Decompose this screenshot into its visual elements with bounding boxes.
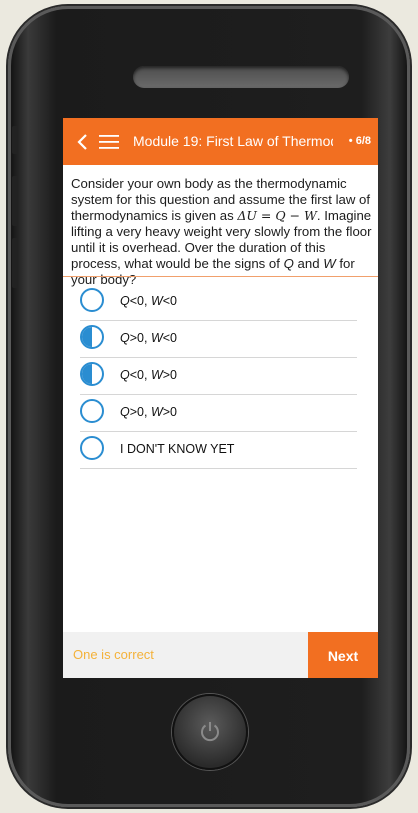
option-label: Q<0, W<0 — [120, 294, 178, 308]
radio-half-filled-icon[interactable] — [80, 325, 104, 349]
radio-empty-icon[interactable] — [80, 436, 104, 460]
option-label: Q<0, W>0 — [120, 368, 178, 382]
option-label: Q>0, W<0 — [120, 331, 178, 345]
top-bar: Module 19: First Law of Thermodynamics •… — [63, 118, 378, 165]
power-icon — [201, 722, 219, 742]
hamburger-menu-icon[interactable] — [99, 134, 119, 150]
volume-down-button — [12, 238, 18, 288]
answer-option-2[interactable]: Q>0, W<0 — [80, 321, 357, 358]
question-divider — [63, 276, 378, 277]
next-button[interactable]: Next — [308, 632, 378, 678]
variable-q: Q — [283, 256, 294, 271]
radio-empty-icon[interactable] — [80, 288, 104, 312]
answer-option-1[interactable]: Q<0, W<0 — [80, 284, 357, 321]
progress-indicator: • 6/8 — [348, 135, 371, 147]
radio-half-filled-icon[interactable] — [80, 362, 104, 386]
variable-w: W — [323, 256, 336, 271]
speaker-grille — [133, 66, 349, 88]
radio-empty-icon[interactable] — [80, 399, 104, 423]
hint-text: One is correct — [73, 647, 154, 662]
option-label: I DON'T KNOW YET — [120, 442, 235, 456]
equation: ΔU = Q − W — [237, 208, 317, 223]
bottom-bar: One is correct Next — [63, 632, 378, 678]
chevron-left-icon[interactable] — [73, 132, 93, 152]
home-button[interactable] — [172, 694, 248, 770]
answer-option-5[interactable]: I DON'T KNOW YET — [80, 432, 357, 469]
answer-option-3[interactable]: Q<0, W>0 — [80, 358, 357, 395]
question-text: Consider your own body as the thermodyna… — [71, 176, 373, 288]
app-screen: Module 19: First Law of Thermodynamics •… — [63, 118, 378, 678]
volume-up-button — [12, 176, 18, 226]
mute-switch — [12, 126, 18, 154]
module-title: Module 19: First Law of Thermodynamics — [133, 133, 333, 149]
answer-option-4[interactable]: Q>0, W>0 — [80, 395, 357, 432]
question-and: and — [293, 256, 324, 271]
option-label: Q>0, W>0 — [120, 405, 178, 419]
